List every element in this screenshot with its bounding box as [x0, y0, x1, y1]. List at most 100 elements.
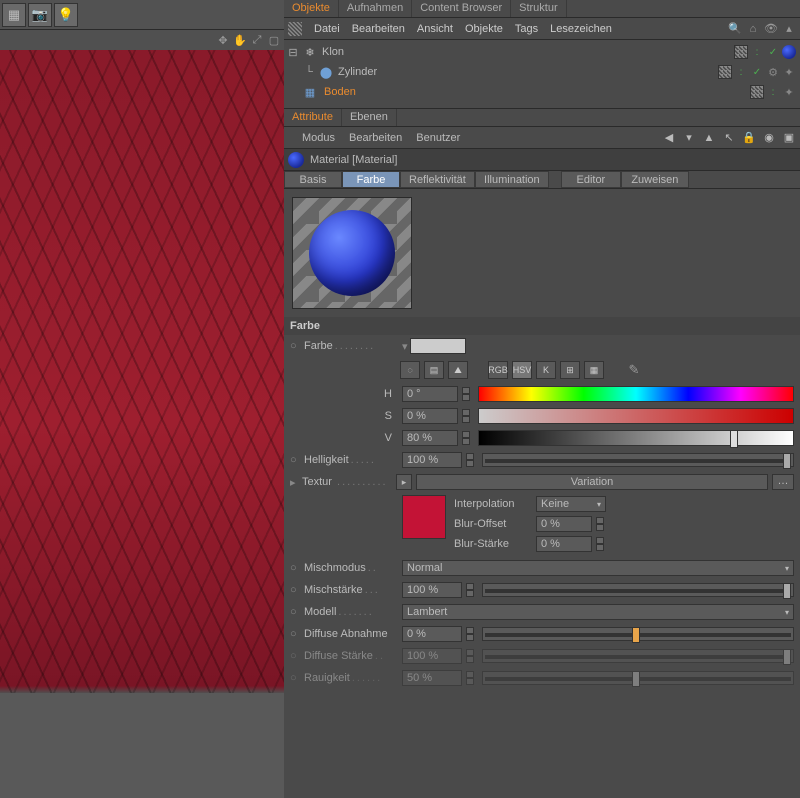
spin-down-icon[interactable]: [462, 416, 470, 423]
layer-flag[interactable]: [718, 65, 732, 79]
texture-browse-button[interactable]: …: [772, 474, 794, 490]
funnel-icon[interactable]: ▴: [782, 22, 796, 36]
phong-tag-icon[interactable]: ⚙: [766, 65, 780, 79]
wheel-icon[interactable]: ◌: [400, 361, 420, 379]
picture-icon[interactable]: ⛰: [448, 361, 468, 379]
keyframe-bullet[interactable]: ○: [290, 562, 300, 574]
grip-icon[interactable]: [288, 22, 302, 36]
sat-field[interactable]: 0 %: [402, 408, 458, 424]
val-slider[interactable]: [478, 430, 794, 446]
up-icon[interactable]: ▲: [702, 131, 716, 145]
target-icon[interactable]: ◉: [762, 131, 776, 145]
channel-reflekt[interactable]: Reflektivität: [400, 171, 475, 188]
tab-struktur[interactable]: Struktur: [511, 0, 567, 17]
spin-up-icon[interactable]: [462, 387, 470, 394]
keyframe-bullet[interactable]: ○: [290, 606, 300, 618]
spin-up-icon[interactable]: [596, 537, 604, 544]
history-dd-icon[interactable]: ▾: [682, 131, 696, 145]
keyframe-bullet[interactable]: ○: [290, 454, 300, 466]
keyframe-bullet[interactable]: ○: [290, 584, 300, 596]
viewport-canvas[interactable]: [0, 50, 284, 798]
spin-up-icon[interactable]: [462, 409, 470, 416]
spin-down-icon[interactable]: [462, 438, 470, 445]
grid-icon[interactable]: ▦: [584, 361, 604, 379]
menu-ansicht[interactable]: Ansicht: [417, 23, 453, 35]
expand-icon[interactable]: ▸: [290, 476, 298, 489]
spin-down-icon[interactable]: [466, 590, 474, 597]
modell-dropdown[interactable]: Lambert▾: [402, 604, 794, 620]
mischmodus-dropdown[interactable]: Normal▾: [402, 560, 794, 576]
tag-icon[interactable]: ✦: [782, 65, 796, 79]
menu-modus[interactable]: Modus: [302, 132, 335, 144]
render-icon[interactable]: ▦: [2, 3, 26, 27]
object-row-zylinder[interactable]: └ ⬤ Zylinder : ✓ ⚙ ✦: [288, 62, 796, 82]
helligkeit-field[interactable]: 100 %: [402, 452, 462, 468]
spin-up-icon[interactable]: [466, 583, 474, 590]
channel-farbe[interactable]: Farbe: [342, 171, 400, 188]
rgb-mode-button[interactable]: RGB: [488, 361, 508, 379]
tab-objekte[interactable]: Objekte: [284, 0, 339, 17]
layer-flag[interactable]: [734, 45, 748, 59]
spin-down-icon[interactable]: [466, 634, 474, 641]
spin-down-icon[interactable]: [462, 394, 470, 401]
helligkeit-slider[interactable]: [482, 453, 794, 467]
material-tag-icon[interactable]: [782, 45, 796, 59]
home-icon[interactable]: ⌂: [746, 22, 760, 36]
val-field[interactable]: 80 %: [402, 430, 458, 446]
swatches-icon[interactable]: ⊞: [560, 361, 580, 379]
color-swatch[interactable]: [410, 338, 466, 354]
object-row-boden[interactable]: ▦ Boden : ✦: [288, 82, 796, 102]
channel-zuweisen[interactable]: Zuweisen: [621, 171, 689, 188]
eye-icon[interactable]: 👁: [764, 22, 778, 36]
enable-flag[interactable]: ✓: [750, 65, 764, 79]
menu-tags[interactable]: Tags: [515, 23, 538, 35]
expand-icon[interactable]: ⊟: [288, 46, 298, 59]
new-icon[interactable]: ▣: [782, 131, 796, 145]
keyframe-bullet[interactable]: ○: [290, 340, 300, 352]
back-icon[interactable]: ◀: [662, 131, 676, 145]
layer-flag[interactable]: [750, 85, 764, 99]
keyframe-bullet[interactable]: ○: [290, 628, 300, 640]
spin-up-icon[interactable]: [462, 431, 470, 438]
tag-icon[interactable]: ✦: [782, 85, 796, 99]
tab-content-browser[interactable]: Content Browser: [412, 0, 511, 17]
channel-editor[interactable]: Editor: [561, 171, 621, 188]
diffab-field[interactable]: 0 %: [402, 626, 462, 642]
hsv-mode-button[interactable]: HSV: [512, 361, 532, 379]
spectrum-icon[interactable]: ▤: [424, 361, 444, 379]
picker-icon[interactable]: ✎: [624, 361, 644, 379]
k-mode-button[interactable]: K: [536, 361, 556, 379]
enable-flag[interactable]: ✓: [766, 45, 780, 59]
menu-benutzer[interactable]: Benutzer: [416, 132, 460, 144]
texture-swatch[interactable]: [402, 495, 446, 539]
vis-flag[interactable]: :: [750, 45, 764, 59]
diffab-slider[interactable]: [482, 627, 794, 641]
channel-basis[interactable]: Basis: [284, 171, 342, 188]
channel-illum[interactable]: Illumination: [475, 171, 549, 188]
light-icon[interactable]: 💡: [54, 3, 78, 27]
mischstaerke-slider[interactable]: [482, 583, 794, 597]
blur-offset-field[interactable]: 0 %: [536, 516, 592, 532]
vis-flag[interactable]: :: [766, 85, 780, 99]
menu-objekte[interactable]: Objekte: [465, 23, 503, 35]
interp-dropdown[interactable]: Keine▾: [536, 496, 606, 512]
vis-flag[interactable]: :: [734, 65, 748, 79]
spin-up-icon[interactable]: [466, 627, 474, 634]
texture-dropdown[interactable]: Variation: [416, 474, 768, 490]
object-row-klon[interactable]: ⊟ ❄ Klon : ✓: [288, 42, 796, 62]
material-preview[interactable]: [292, 197, 412, 309]
mischstaerke-field[interactable]: 100 %: [402, 582, 462, 598]
spin-up-icon[interactable]: [466, 453, 474, 460]
spin-down-icon[interactable]: [596, 524, 604, 531]
menu-bearbeiten[interactable]: Bearbeiten: [352, 23, 405, 35]
nav-icon[interactable]: ↖: [722, 131, 736, 145]
menu-lesezeichen[interactable]: Lesezeichen: [550, 23, 612, 35]
spin-up-icon[interactable]: [596, 517, 604, 524]
menu-datei[interactable]: Datei: [314, 23, 340, 35]
move-icon[interactable]: ✥: [216, 33, 230, 47]
search-icon[interactable]: 🔍: [728, 22, 742, 36]
blur-strength-field[interactable]: 0 %: [536, 536, 592, 552]
frame-icon[interactable]: ▢: [267, 33, 281, 47]
tab-ebenen[interactable]: Ebenen: [342, 109, 397, 126]
lock-icon[interactable]: 🔒: [742, 131, 756, 145]
